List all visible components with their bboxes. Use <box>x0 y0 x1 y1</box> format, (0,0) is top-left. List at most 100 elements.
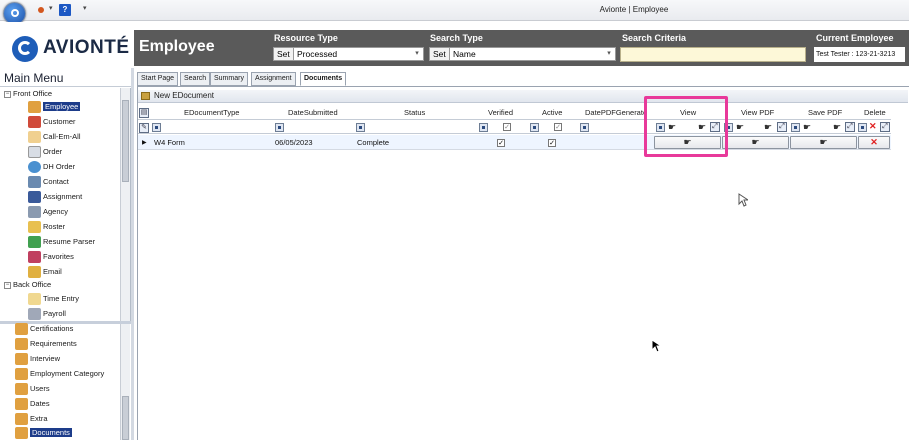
menu-item-email[interactable]: Email <box>28 265 62 279</box>
submenu-item-documents[interactable]: Documents <box>15 426 72 440</box>
submenu-item-certifications[interactable]: Certifications <box>15 322 73 336</box>
submenu-item-label: Extra <box>30 414 48 423</box>
cell-verified-checkbox[interactable]: ✓ <box>497 139 505 147</box>
front-office-group[interactable]: − Front Office <box>4 89 52 99</box>
menu-item-customer[interactable]: Customer <box>28 115 76 129</box>
submenu-item-employment-category[interactable]: Employment Category <box>15 367 104 381</box>
hand-pointer-icon: ☛ <box>819 137 828 147</box>
verified-filter-checkbox[interactable]: ✓ <box>503 123 511 131</box>
column-header-active[interactable]: Active <box>542 108 562 117</box>
tab-assignment[interactable]: Assignment <box>251 72 296 86</box>
filter-icon[interactable] <box>275 123 284 132</box>
menu-item-time-entry[interactable]: Time Entry <box>28 292 79 306</box>
view-pdf-hand-icon: ☛ <box>736 122 745 132</box>
menu-item-order[interactable]: Order <box>28 145 62 159</box>
column-chooser-icon[interactable]: ▤ <box>139 108 149 118</box>
search-criteria-input[interactable] <box>620 47 806 62</box>
people-icon <box>15 338 28 351</box>
filter-icon[interactable] <box>479 123 488 132</box>
people-icon <box>15 427 28 440</box>
delete-button[interactable]: ✕ <box>858 136 890 149</box>
column-header-save-pdf[interactable]: Save PDF <box>808 108 842 117</box>
column-header-verified[interactable]: Verified <box>488 108 513 117</box>
active-filter-checkbox[interactable]: ✓ <box>554 123 562 131</box>
submenu-scrollbar[interactable] <box>120 324 130 440</box>
clear-filter-icon[interactable]: ⤢ <box>880 122 890 132</box>
search-type-set-button[interactable]: Set <box>429 47 450 61</box>
menu-item-resume-parser[interactable]: Resume Parser <box>28 235 95 249</box>
menu-item-label: Call-Em-All <box>43 132 81 141</box>
menu-item-dh-order[interactable]: DH Order <box>28 160 75 174</box>
resume-icon <box>28 236 41 249</box>
menu-item-agency[interactable]: Agency <box>28 205 68 219</box>
edit-filter-icon[interactable]: ✎ <box>139 123 149 133</box>
collapse-icon[interactable]: − <box>4 281 11 289</box>
submenu-item-label: Interview <box>30 354 61 363</box>
menu-item-payroll[interactable]: Payroll <box>28 307 66 321</box>
collapse-icon[interactable]: − <box>4 90 11 98</box>
scrollbar-thumb[interactable] <box>122 100 129 182</box>
search-criteria-label: Search Criteria <box>622 33 687 43</box>
clear-filter-icon[interactable]: ⤢ <box>777 122 787 132</box>
menu-item-assignment[interactable]: Assignment <box>28 190 82 204</box>
clear-filter-icon[interactable]: ⤢ <box>845 122 855 132</box>
row-indicator-icon: ▶ <box>142 140 147 146</box>
search-type-select[interactable]: Name ▾ <box>449 47 616 61</box>
column-header-datepdfgenerated[interactable]: DatePDFGenerated <box>585 108 645 117</box>
chevron-down-icon[interactable]: ▾ <box>412 49 422 59</box>
menu-item-contact[interactable]: Contact <box>28 175 69 189</box>
column-header-status[interactable]: Status <box>404 108 425 117</box>
cell-document-type[interactable]: W4 Form <box>154 138 185 147</box>
filter-icon[interactable] <box>858 123 867 132</box>
cell-status[interactable]: Complete <box>357 138 389 147</box>
phone-icon <box>28 131 41 144</box>
submenu-item-extra[interactable]: Extra <box>15 412 48 426</box>
back-office-group[interactable]: − Back Office <box>4 280 51 290</box>
menu-scrollbar[interactable] <box>120 88 130 321</box>
column-header-view-pdf[interactable]: View PDF <box>741 108 774 117</box>
filter-icon[interactable] <box>530 123 539 132</box>
grid-toolbar <box>138 90 908 103</box>
delete-x-icon: ✕ <box>869 121 877 131</box>
column-header-datesubmitted[interactable]: DateSubmitted <box>288 108 338 117</box>
new-document-icon[interactable] <box>141 92 150 100</box>
document-icon <box>28 146 41 159</box>
favorites-icon <box>28 251 41 264</box>
filter-icon[interactable] <box>152 123 161 132</box>
hand-pointer-icon: ☛ <box>751 137 760 147</box>
tab-documents[interactable]: Documents <box>300 72 347 86</box>
filter-icon[interactable] <box>791 123 800 132</box>
view-pdf-button[interactable]: ☛ <box>722 136 789 149</box>
main-menu-title: Main Menu <box>4 71 64 85</box>
resource-type-select[interactable]: Processed ▾ <box>293 47 424 61</box>
filter-icon[interactable] <box>580 123 589 132</box>
cell-date-submitted[interactable]: 06/05/2023 <box>275 138 313 147</box>
assignment-icon <box>28 191 41 204</box>
submenu-item-dates[interactable]: Dates <box>15 397 50 411</box>
chevron-down-icon[interactable]: ▾ <box>604 49 614 59</box>
clock-icon <box>28 293 41 306</box>
menu-item-employee[interactable]: Employee <box>28 100 81 114</box>
menu-item-label: Assignment <box>43 192 83 201</box>
submenu-item-interview[interactable]: Interview <box>15 352 60 366</box>
submenu-item-requirements[interactable]: Requirements <box>15 337 77 351</box>
menu-item-favorites[interactable]: Favorites <box>28 250 74 264</box>
tab-start-page[interactable]: Start Page <box>137 72 179 86</box>
column-header-edocumenttype[interactable]: EDocumentType <box>184 108 239 117</box>
email-icon <box>28 266 41 279</box>
scrollbar-thumb[interactable] <box>122 396 129 440</box>
roster-icon <box>28 221 41 234</box>
cell-active-checkbox[interactable]: ✓ <box>548 139 556 147</box>
resource-type-set-button[interactable]: Set <box>273 47 294 61</box>
tab-search[interactable]: Search <box>180 72 211 86</box>
submenu-item-users[interactable]: Users <box>15 382 50 396</box>
menu-item-call-em-all[interactable]: Call-Em-All <box>28 130 81 144</box>
column-header-delete[interactable]: Delete <box>864 108 886 117</box>
menu-item-roster[interactable]: Roster <box>28 220 65 234</box>
tab-summary[interactable]: Summary <box>210 72 248 86</box>
save-pdf-button[interactable]: ☛ <box>790 136 857 149</box>
new-edocument-button[interactable]: New EDocument <box>154 91 214 100</box>
filter-icon[interactable] <box>356 123 365 132</box>
submenu-item-label: Employment Category <box>30 369 105 378</box>
menu-item-label: Agency <box>43 207 69 216</box>
